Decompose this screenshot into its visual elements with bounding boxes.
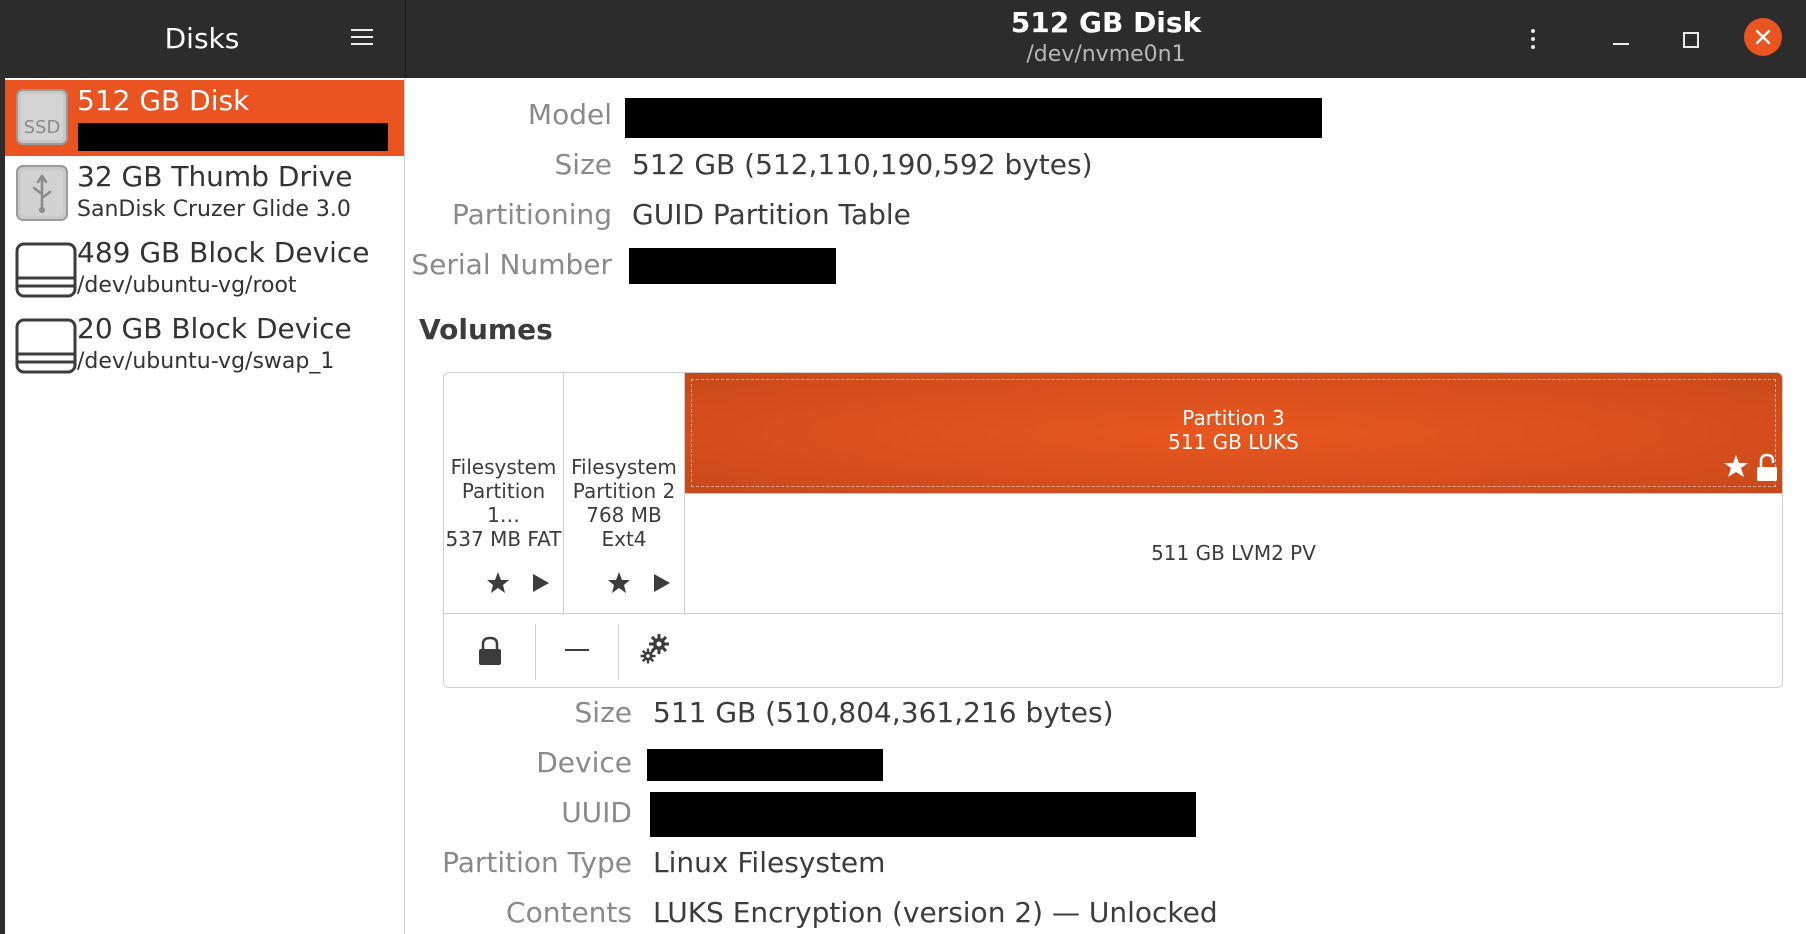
disk-item-512gb[interactable]: SSD 512 GB Disk: [5, 80, 404, 156]
partition-label: Filesystem Partition 1… 537 MB FAT: [445, 455, 562, 551]
lock-button[interactable]: [444, 614, 535, 687]
disk-subtitle: /dev/ubuntu-vg/swap_1: [77, 349, 335, 374]
volumes-title: Volumes: [419, 313, 553, 346]
usb-drive-icon: [15, 164, 69, 222]
disk-name: 489 GB Block Device: [77, 236, 370, 269]
partition-1[interactable]: Filesystem Partition 1… 537 MB FAT: [444, 373, 563, 613]
play-icon: [654, 574, 670, 592]
window-title: 512 GB Disk: [1010, 6, 1202, 39]
serial-number-label: Serial Number: [411, 248, 612, 281]
close-icon: [1755, 29, 1771, 45]
star-icon: [487, 572, 509, 593]
contents-label: Contents: [506, 896, 632, 929]
volumes-map: Filesystem Partition 1… 537 MB FAT Files…: [443, 372, 1783, 688]
partition-label: Filesystem Partition 2 768 MB Ext4: [571, 455, 677, 551]
block-device-icon: [15, 316, 77, 374]
redacted-uuid-value: [650, 792, 1196, 837]
additional-options-button[interactable]: [619, 614, 709, 687]
hamburger-menu-icon[interactable]: [351, 26, 373, 48]
size-value: 512 GB (512,110,190,592 bytes): [632, 148, 1093, 181]
minus-icon: [565, 649, 589, 651]
redacted-serial-value: [629, 248, 836, 284]
disk-item-20gb-block[interactable]: 20 GB Block Device /dev/ubuntu-vg/swap_1: [5, 308, 404, 384]
partition-label: Partition 3 511 GB LUKS: [1168, 406, 1299, 454]
volume-divider: [685, 493, 1782, 494]
lock-icon: [479, 636, 501, 665]
device-label: Device: [536, 746, 632, 779]
redacted-model-value: [625, 98, 1322, 138]
delete-partition-button[interactable]: [536, 614, 618, 687]
sidebar-header: Disks: [0, 0, 404, 78]
partition-1-icons: [486, 571, 556, 602]
disk-subtitle: SanDisk Cruzer Glide 3.0: [77, 197, 351, 222]
partition-2[interactable]: Filesystem Partition 2 768 MB Ext4: [564, 373, 684, 613]
gears-icon: [640, 634, 669, 664]
volume-size-label: Size: [574, 696, 632, 729]
play-icon: [533, 574, 549, 592]
minimize-button[interactable]: [1604, 22, 1638, 56]
redacted-model: [78, 123, 388, 151]
partitioning-value: GUID Partition Table: [632, 198, 911, 231]
size-label: Size: [554, 148, 612, 181]
disk-name: 32 GB Thumb Drive: [77, 160, 353, 193]
contents-value: LUKS Encryption (version 2) — Unlocked: [653, 896, 1218, 929]
disk-list-sidebar: SSD 512 GB Disk 32 GB Thumb Drive SanDis…: [0, 78, 405, 934]
uuid-label: UUID: [561, 796, 632, 829]
redacted-device-value: [647, 749, 883, 781]
disk-subtitle: /dev/ubuntu-vg/root: [77, 273, 297, 298]
block-device-icon: [15, 240, 77, 298]
volume-label: 511 GB LVM2 PV: [1151, 541, 1316, 565]
star-icon: [608, 572, 630, 593]
partition-3-luks[interactable]: Partition 3 511 GB LUKS: [685, 373, 1782, 493]
model-label: Model: [527, 98, 612, 131]
ssd-icon: SSD: [15, 88, 69, 146]
header-bar: Disks 512 GB Disk /dev/nvme0n1: [0, 0, 1806, 78]
partition-map: Filesystem Partition 1… 537 MB FAT Files…: [444, 373, 1782, 614]
volume-toolbar: [444, 614, 1782, 687]
disk-name: 512 GB Disk: [77, 84, 250, 117]
partitioning-label: Partitioning: [452, 198, 612, 231]
partition-type-label: Partition Type: [442, 846, 632, 879]
disk-name: 20 GB Block Device: [77, 312, 352, 345]
partition-2-icons: [607, 571, 677, 602]
app-title: Disks: [164, 22, 240, 55]
partition-type-value: Linux Filesystem: [653, 846, 886, 879]
star-icon: [1724, 455, 1748, 477]
disk-item-thumb-drive[interactable]: 32 GB Thumb Drive SanDisk Cruzer Glide 3…: [5, 156, 404, 232]
disk-item-489gb-block[interactable]: 489 GB Block Device /dev/ubuntu-vg/root: [5, 232, 404, 308]
more-options-icon[interactable]: [1518, 24, 1548, 54]
partition-3-icons: [1724, 453, 1777, 481]
unlocked-icon: [1757, 453, 1777, 481]
maximize-button[interactable]: [1673, 22, 1707, 56]
svg-text:SSD: SSD: [24, 117, 61, 138]
volume-size-value: 511 GB (510,804,361,216 bytes): [653, 696, 1114, 729]
lvm2-pv-volume[interactable]: 511 GB LVM2 PV: [685, 493, 1782, 613]
window-subtitle: /dev/nvme0n1: [1026, 42, 1186, 67]
close-button[interactable]: [1744, 18, 1782, 56]
